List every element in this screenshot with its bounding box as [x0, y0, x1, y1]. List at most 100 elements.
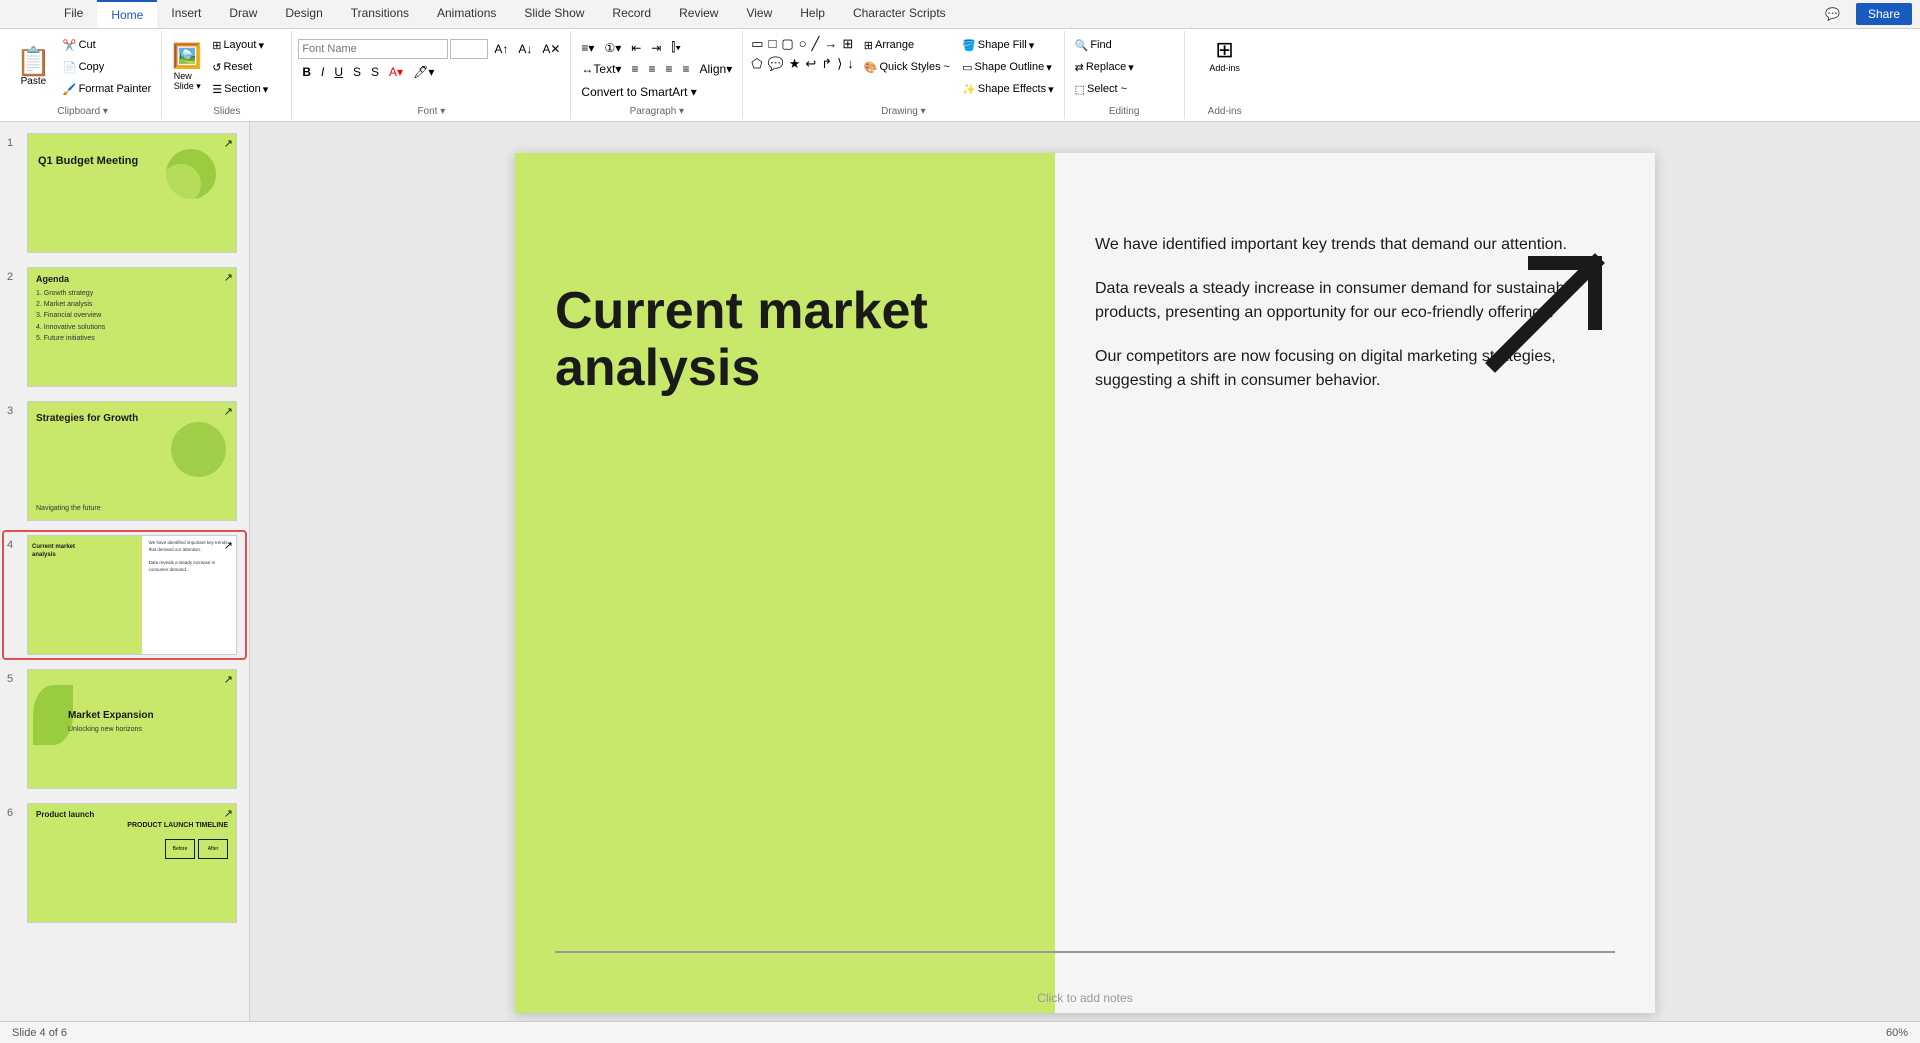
strikethrough-button[interactable]: S: [349, 64, 365, 80]
tab-record[interactable]: Record: [598, 0, 665, 28]
text-direction-button[interactable]: ↔Text▾: [577, 61, 625, 77]
tab-slideshow[interactable]: Slide Show: [510, 0, 598, 28]
shape-callout[interactable]: 💬: [766, 55, 786, 73]
tab-insert[interactable]: Insert: [157, 0, 215, 28]
slide4-title-thumb: Current marketanalysis: [32, 544, 75, 560]
tab-file[interactable]: File: [50, 0, 97, 28]
tab-characterscripts[interactable]: Character Scripts: [839, 0, 960, 28]
shape-effects-button[interactable]: ✨ Shape Effects ▾: [958, 79, 1058, 99]
slide-thumb-5[interactable]: 5 Market Expansion Unlocking new horizon…: [4, 666, 245, 792]
clipboard-group-label[interactable]: Clipboard: [4, 105, 161, 117]
replace-button[interactable]: ⇄ Replace ▾: [1071, 57, 1178, 77]
drawing-group-label[interactable]: Drawing: [743, 105, 1063, 117]
smartart-button[interactable]: Convert to SmartArt ▾: [577, 84, 700, 100]
tab-transitions[interactable]: Transitions: [337, 0, 423, 28]
slide-thumb-4[interactable]: 4 Current marketanalysis We have identif…: [4, 532, 245, 658]
layout-button[interactable]: ⊞ Layout ▾: [208, 35, 272, 55]
paste-button[interactable]: 📋 Paste: [10, 44, 57, 91]
shape-pentagon[interactable]: ⬠: [749, 55, 764, 73]
increase-indent-button[interactable]: ⇥: [647, 40, 665, 56]
decrease-indent-button[interactable]: ⇤: [627, 40, 645, 56]
italic-button[interactable]: I: [317, 64, 328, 80]
font-name-input[interactable]: [298, 39, 448, 59]
highlight-button[interactable]: 🖊▾: [409, 64, 438, 80]
select-label: Select ~: [1087, 83, 1127, 95]
tab-view[interactable]: View: [732, 0, 786, 28]
increase-font-button[interactable]: A↑: [490, 41, 512, 57]
tab-design[interactable]: Design: [271, 0, 336, 28]
shape-rounded-rect[interactable]: ▢: [779, 35, 795, 53]
shape-outline-button[interactable]: ▭ Shape Outline ▾: [958, 57, 1058, 77]
find-button[interactable]: 🔍 Find: [1071, 35, 1178, 55]
slide-thumb-3[interactable]: 3 Strategies for Growth Navigating the f…: [4, 398, 245, 524]
cut-button[interactable]: ✂️ Cut: [59, 35, 155, 55]
shape-star[interactable]: ★: [787, 55, 803, 73]
bullets-button[interactable]: ≡▾: [577, 40, 598, 56]
align-left-button[interactable]: ≡: [627, 61, 642, 77]
cut-label: Cut: [79, 39, 96, 51]
slide-thumb-2[interactable]: 2 Agenda 1. Growth strategy 2. Market an…: [4, 264, 245, 390]
slide3-subtitle: Navigating the future: [36, 505, 101, 512]
tab-draw[interactable]: Draw: [215, 0, 271, 28]
new-slide-label: NewSlide ▾: [174, 71, 201, 92]
clear-formatting-button[interactable]: A✕: [538, 41, 564, 57]
decrease-font-button[interactable]: A↓: [514, 41, 536, 57]
section-icon: ☰: [212, 83, 222, 96]
slide-notes-hint[interactable]: Click to add notes: [1037, 991, 1132, 1005]
arrange-button[interactable]: ⊞ Arrange: [860, 35, 954, 55]
tab-help[interactable]: Help: [786, 0, 839, 28]
new-slide-button[interactable]: 🖼️ NewSlide ▾: [168, 40, 206, 94]
align-center-button[interactable]: ≡: [644, 61, 659, 77]
shape-chevron[interactable]: ⟩: [835, 55, 844, 73]
reset-button[interactable]: ↺ Reset: [208, 57, 272, 77]
font-group-label[interactable]: Font: [292, 105, 570, 117]
select-button[interactable]: ⬚ Select ~: [1071, 79, 1178, 99]
tab-home[interactable]: Home: [97, 0, 157, 28]
font-size-input[interactable]: 16: [450, 39, 488, 59]
shape-bent-arrow[interactable]: ↱: [819, 55, 834, 73]
tab-review[interactable]: Review: [665, 0, 732, 28]
addins-label: Add-ins: [1209, 63, 1240, 73]
copy-icon: 📄: [63, 61, 77, 74]
shape-fill-button[interactable]: 🪣 Shape Fill ▾: [958, 35, 1058, 55]
tab-animations[interactable]: Animations: [423, 0, 510, 28]
addins-icon: ⊞: [1215, 37, 1233, 63]
shape-effects-label: Shape Effects: [978, 83, 1046, 95]
slide-thumb-1[interactable]: 1 Q1 Budget Meeting ↗: [4, 130, 245, 256]
align-text-button[interactable]: Align▾: [696, 61, 737, 77]
slides-group-label: Slides: [162, 105, 291, 117]
addins-button[interactable]: ⊞ Add-ins: [1191, 35, 1259, 75]
underline-button[interactable]: U: [330, 64, 347, 80]
quick-styles-button[interactable]: 🎨 Quick Styles ~: [860, 57, 954, 77]
slide-main-title[interactable]: Current market analysis: [555, 283, 995, 397]
shape-more[interactable]: ⊞: [840, 35, 855, 53]
shape-down-arrow[interactable]: ↓: [845, 55, 856, 73]
shape-line[interactable]: ╱: [810, 35, 822, 53]
columns-button[interactable]: ⫿▾: [667, 39, 685, 56]
reset-icon: ↺: [212, 61, 221, 74]
bold-button[interactable]: B: [298, 64, 315, 80]
paragraph-group-label[interactable]: Paragraph: [571, 105, 742, 117]
align-right-button[interactable]: ≡: [661, 61, 676, 77]
shape-oval[interactable]: ○: [797, 35, 809, 53]
slide-thumb-6[interactable]: 6 Product launch PRODUCT LAUNCH TIMELINE…: [4, 800, 245, 926]
format-painter-button[interactable]: 🖌️ Format Painter: [59, 79, 155, 99]
section-button[interactable]: ☰ Section ▾: [208, 79, 272, 99]
shape-curved-arrow[interactable]: ↩: [803, 55, 818, 73]
comment-button[interactable]: 💬: [1817, 3, 1848, 25]
slide-canvas[interactable]: Current market analysis We have identifi…: [515, 153, 1655, 1013]
numbering-button[interactable]: ①▾: [600, 40, 625, 56]
font-color-button[interactable]: A▾: [385, 64, 407, 80]
justify-button[interactable]: ≡: [679, 61, 694, 77]
slide-preview-6: Product launch PRODUCT LAUNCH TIMELINE B…: [27, 803, 237, 923]
shape-rectangle[interactable]: ▭: [749, 35, 765, 53]
shape-square[interactable]: □: [767, 35, 779, 53]
copy-button[interactable]: 📄 Copy: [59, 57, 155, 77]
canvas-area: Current market analysis We have identifi…: [250, 122, 1920, 1043]
shape-arrow-right[interactable]: →: [822, 35, 839, 53]
slide-num-5: 5: [7, 673, 23, 789]
shadow-button[interactable]: S: [367, 64, 383, 80]
slide-preview-5: Market Expansion Unlocking new horizons …: [27, 669, 237, 789]
shape-outline-label: Shape Outline: [975, 61, 1045, 73]
share-button[interactable]: Share: [1856, 3, 1912, 25]
